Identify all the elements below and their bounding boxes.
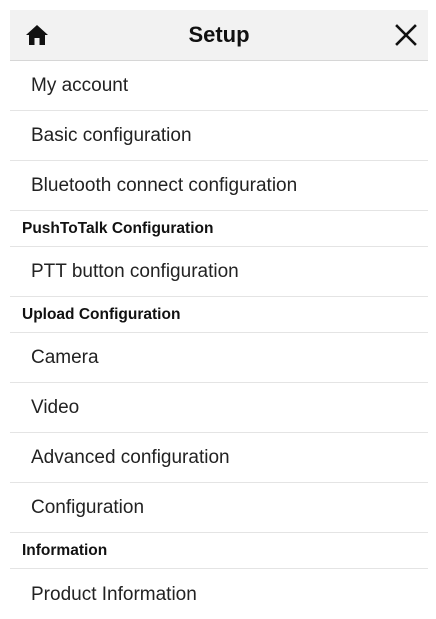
menu-item-basic-configuration[interactable]: Basic configuration bbox=[10, 111, 428, 161]
home-icon bbox=[26, 25, 48, 45]
menu-item-product-information[interactable]: Product Information bbox=[10, 569, 428, 619]
section-header-upload: Upload Configuration bbox=[10, 297, 428, 333]
section-header-information: Information bbox=[10, 533, 428, 569]
home-button[interactable] bbox=[24, 22, 50, 48]
close-icon bbox=[395, 24, 417, 46]
section-header-pushtotalk: PushToTalk Configuration bbox=[10, 211, 428, 247]
menu-item-my-account[interactable]: My account bbox=[10, 61, 428, 111]
close-button[interactable] bbox=[392, 21, 420, 49]
menu-item-video[interactable]: Video bbox=[10, 383, 428, 433]
setup-screen: Setup My account Basic configuration Blu… bbox=[0, 0, 436, 619]
menu-item-configuration[interactable]: Configuration bbox=[10, 483, 428, 533]
settings-menu: My account Basic configuration Bluetooth… bbox=[10, 61, 428, 619]
menu-item-camera[interactable]: Camera bbox=[10, 333, 428, 383]
header-bar: Setup bbox=[10, 10, 428, 61]
menu-item-bluetooth-connect-configuration[interactable]: Bluetooth connect configuration bbox=[10, 161, 428, 211]
menu-item-advanced-configuration[interactable]: Advanced configuration bbox=[10, 433, 428, 483]
menu-item-ptt-button-configuration[interactable]: PTT button configuration bbox=[10, 247, 428, 297]
page-title: Setup bbox=[188, 22, 250, 47]
